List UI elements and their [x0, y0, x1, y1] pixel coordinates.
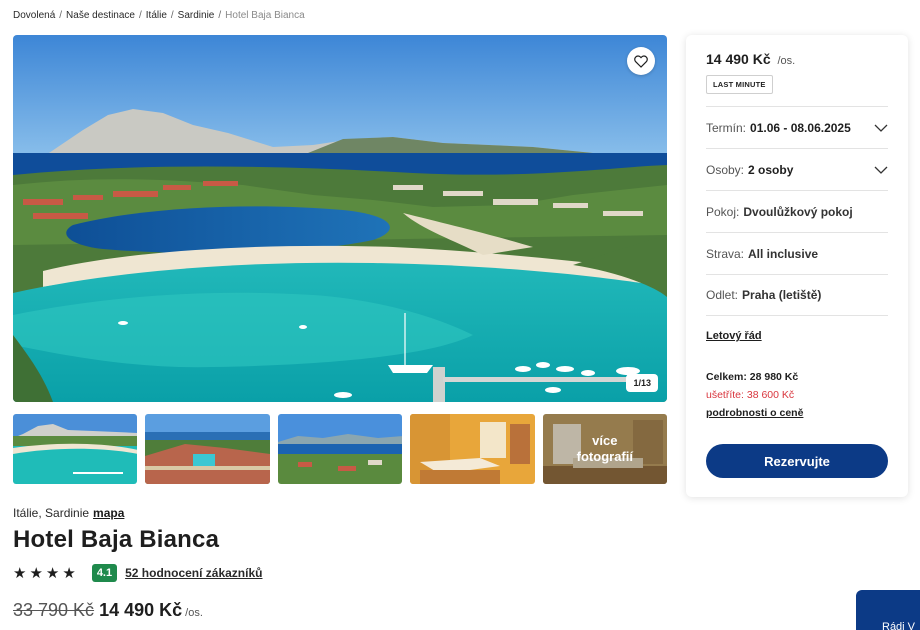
hero-photo-image — [13, 35, 667, 402]
favorite-button[interactable] — [627, 47, 655, 75]
breadcrumb-separator: / — [218, 10, 222, 21]
room-row: Pokoj: Dvoulůžkový pokoj — [706, 190, 888, 232]
booking-panel: 14 490 Kč /os. LAST MINUTE Termín: 01.06 … — [686, 35, 908, 497]
thumbnail-2[interactable] — [145, 414, 270, 484]
thumbnail-1[interactable] — [13, 414, 138, 484]
per-person-label: /os. — [185, 607, 203, 619]
breadcrumb-separator: / — [59, 10, 63, 21]
departure-field: Odlet: Praha (letiště) — [706, 288, 821, 302]
hotel-name: Hotel Baja Bianca — [13, 526, 220, 553]
review-score-badge: 4.1 — [91, 564, 118, 582]
departure-label: Odlet: — [706, 288, 739, 302]
heart-icon — [634, 54, 648, 68]
board-row: Strava: All inclusive — [706, 232, 888, 274]
hero-photo[interactable]: 1/13 — [13, 35, 667, 402]
board-field: Strava: All inclusive — [706, 247, 818, 261]
departure-value: Praha (letiště) — [742, 288, 822, 302]
star-icon: ★ — [45, 564, 60, 582]
departure-row: Odlet: Praha (letiště) — [706, 274, 888, 316]
last-minute-badge: LAST MINUTE — [706, 75, 773, 94]
panel-per-person: /os. — [777, 55, 796, 67]
more-photos-label: více fotografií — [542, 414, 668, 484]
breadcrumb-separator: / — [170, 10, 174, 21]
chevron-down-icon — [874, 124, 888, 132]
savings-amount: ušetříte: 38 600 Kč — [706, 389, 795, 401]
breadcrumb-destinace[interactable]: Naše destinace — [66, 10, 135, 21]
price-summary: Celkem: 28 980 Kč ušetříte: 38 600 Kč po… — [706, 368, 888, 422]
reserve-button[interactable]: Rezervujte — [706, 444, 888, 478]
breadcrumb-dovolena[interactable]: Dovolená — [13, 10, 55, 21]
board-label: Strava: — [706, 246, 745, 261]
price-details-link[interactable]: podrobnosti o ceně — [706, 407, 803, 419]
hotel-location: Itálie, Sardinie mapa — [13, 506, 124, 520]
current-price: 14 490 Kč — [99, 600, 183, 620]
star-icon: ★ — [29, 564, 43, 582]
persons-field: Osoby: 2 osoby — [706, 163, 793, 177]
term-value: 01.06 - 08.06.2025 — [750, 120, 851, 135]
star-rating: ★ ★ ★ ★ — [13, 566, 76, 581]
room-field: Pokoj: Dvoulůžkový pokoj — [706, 205, 853, 219]
panel-price-value: 14 490 Kč — [706, 51, 771, 67]
breadcrumb-italie[interactable]: Itálie — [146, 10, 167, 21]
thumbnail-3-image — [277, 414, 403, 484]
thumbnail-1-image — [13, 414, 138, 484]
persons-select[interactable]: Osoby: 2 osoby — [706, 148, 888, 190]
reviews-link[interactable]: 52 hodnocení zákazníků — [125, 566, 262, 580]
more-photos-line2: fotografií — [576, 449, 633, 464]
thumbnail-2-image — [145, 414, 270, 484]
term-field: Termín: 01.06 - 08.06.2025 — [706, 121, 851, 135]
persons-value: 2 osoby — [748, 162, 794, 177]
room-label: Pokoj: — [706, 204, 740, 219]
more-photos-line1: více — [592, 433, 618, 448]
panel-price: 14 490 Kč /os. — [706, 51, 888, 67]
breadcrumb: Dovolená / Naše destinace / Itálie / Sardinie /… — [13, 10, 305, 21]
thumbnail-4[interactable] — [410, 414, 535, 484]
star-icon: ★ — [13, 564, 27, 582]
room-value: Dvoulůžkový pokoj — [743, 204, 853, 219]
old-price: 33 790 Kč — [13, 600, 95, 620]
breadcrumb-separator: / — [138, 10, 142, 21]
chat-widget-tab[interactable]: Rádi V — [856, 590, 920, 630]
photo-counter: 1/13 — [626, 374, 658, 392]
persons-label: Osoby: — [706, 162, 745, 177]
rating-row: ★ ★ ★ ★ 4.1 52 hodnocení zákazníků — [13, 563, 262, 583]
map-link[interactable]: mapa — [93, 506, 124, 520]
thumbnail-more-photos[interactable]: více fotografií — [542, 414, 668, 484]
thumbnail-3[interactable] — [277, 414, 403, 484]
board-value: All inclusive — [748, 246, 819, 261]
thumbnail-4-image — [410, 414, 535, 484]
booking-options: Termín: 01.06 - 08.06.2025 Osoby: 2 osoby … — [706, 106, 888, 316]
star-icon: ★ — [62, 564, 76, 582]
total-price: Celkem: 28 980 Kč — [706, 371, 799, 383]
term-select[interactable]: Termín: 01.06 - 08.06.2025 — [706, 106, 888, 148]
flight-schedule-link[interactable]: Letový řád — [706, 330, 888, 342]
breadcrumb-sardinie[interactable]: Sardinie — [178, 10, 215, 21]
location-text: Itálie, Sardinie — [13, 506, 90, 520]
chevron-down-icon — [874, 166, 888, 174]
thumbnail-strip: více fotografií — [13, 414, 668, 484]
breadcrumb-current: Hotel Baja Bianca — [225, 10, 305, 21]
hotel-price: 33 790 Kč 14 490 Kč /os. — [13, 600, 203, 621]
term-label: Termín: — [706, 120, 747, 135]
